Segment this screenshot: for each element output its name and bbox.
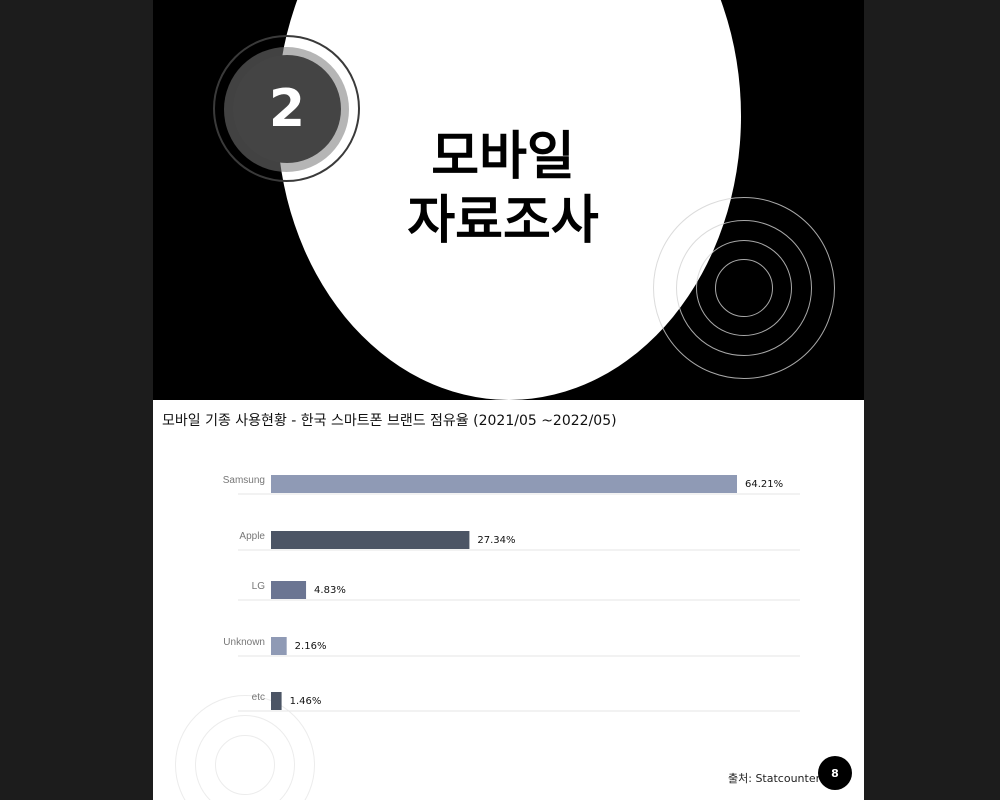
source-label: 출처: Statcounter bbox=[728, 772, 821, 785]
bar-chart: Samsung 64.21% Apple 27.34% LG 4.83% Unknown 2.… bbox=[223, 475, 800, 712]
value-label: 27.34% bbox=[477, 535, 515, 546]
decor-ring-4 bbox=[715, 259, 773, 317]
section-number: 2 bbox=[268, 79, 306, 139]
bar-unknown bbox=[271, 637, 287, 655]
section-title: 모바일 자료조사 bbox=[353, 125, 653, 253]
page-number-badge: 8 bbox=[818, 756, 852, 790]
bar-samsung bbox=[271, 475, 737, 493]
bar-apple bbox=[271, 531, 470, 549]
bar-etc bbox=[271, 692, 282, 710]
category-label: Samsung bbox=[223, 475, 265, 486]
value-label: 1.46% bbox=[290, 696, 322, 707]
category-label: Apple bbox=[239, 531, 265, 542]
value-label: 4.83% bbox=[314, 585, 346, 596]
category-label: Unknown bbox=[223, 637, 265, 648]
value-label: 64.21% bbox=[745, 479, 783, 490]
category-label: etc bbox=[252, 692, 265, 703]
section-title-line2: 자료조사 bbox=[407, 191, 599, 251]
bar-lg bbox=[271, 581, 307, 599]
section-title-line1: 모바일 bbox=[431, 127, 575, 187]
value-label: 2.16% bbox=[295, 641, 327, 652]
chart-slide: 모바일 기종 사용현황 - 한국 스마트폰 브랜드 점유율 (2021/05 ~… bbox=[153, 400, 864, 800]
section-cover: 2 모바일 자료조사 bbox=[153, 0, 864, 400]
category-label: LG bbox=[252, 581, 266, 592]
